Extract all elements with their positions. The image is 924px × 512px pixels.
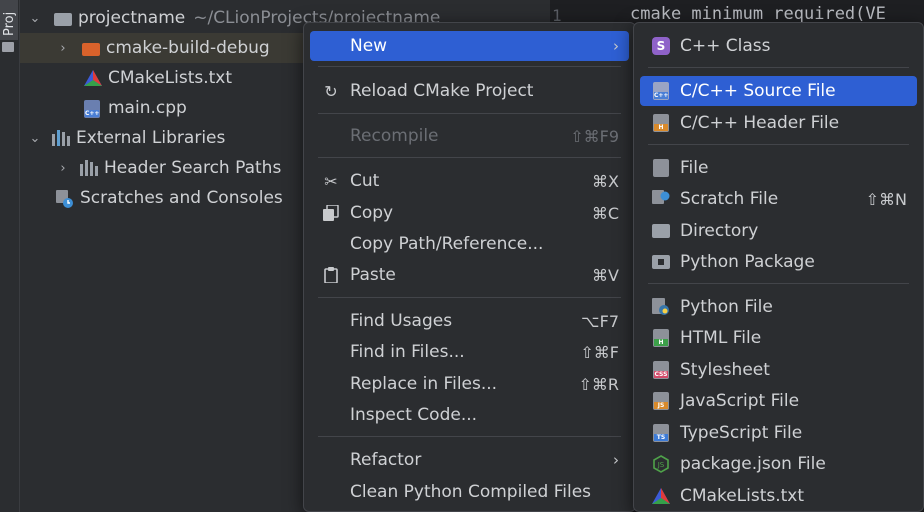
submenu-item-directory[interactable]: Directory — [640, 216, 917, 246]
code-line-1: cmake_minimum_required(VE — [630, 4, 886, 24]
tree-row-label: External Libraries — [76, 128, 226, 148]
tree-row-label: Header Search Paths — [104, 158, 282, 178]
submenu-item-html-file[interactable]: H HTML File — [640, 323, 917, 353]
submenu-item-cpp-class[interactable]: S C++ Class — [640, 31, 917, 61]
css-file-icon: CSS — [650, 361, 672, 379]
submenu-item-typescript-file[interactable]: TS TypeScript File — [640, 418, 917, 448]
folder-icon — [54, 12, 72, 26]
menu-separator — [648, 283, 909, 284]
html-file-icon: H — [650, 329, 672, 347]
cmake-icon — [650, 488, 672, 504]
package-folder-icon — [650, 255, 672, 269]
submenu-item-cpp-source[interactable]: C++ C/C++ Source File — [640, 76, 917, 106]
menu-item-refactor[interactable]: Refactor › — [310, 445, 629, 475]
menu-item-copy[interactable]: Copy ⌘C — [310, 198, 629, 228]
cpp-header-icon: H — [650, 114, 672, 132]
chevron-right-icon: › — [613, 451, 619, 469]
file-icon — [650, 159, 672, 177]
code-text[interactable]: cmake_minimum_required(VE 14 am — [630, 4, 924, 200]
menu-item-clean-python[interactable]: Clean Python Compiled Files — [310, 477, 629, 507]
context-menu: New › ↻ Reload CMake Project Recompile ⇧… — [303, 22, 636, 512]
menu-separator — [318, 113, 621, 114]
menu-item-recompile: Recompile ⇧⌘F9 — [350, 126, 619, 146]
chevron-right-icon: › — [613, 37, 619, 55]
folder-icon — [82, 42, 100, 56]
scratches-icon — [56, 190, 74, 208]
js-file-icon: JS — [650, 392, 672, 410]
menu-item-cut[interactable]: ✂ Cut ⌘X — [310, 166, 629, 196]
menu-separator — [648, 67, 909, 68]
scratch-file-icon — [650, 190, 672, 208]
menu-item-find-usages[interactable]: Find Usages ⌥F7 — [310, 306, 629, 336]
cpp-class-icon: S — [650, 37, 672, 55]
chevron-down-icon[interactable]: ⌄ — [28, 131, 42, 146]
submenu-item-python-package[interactable]: Python Package — [640, 247, 917, 277]
menu-separator — [318, 297, 621, 298]
tree-row-label: Scratches and Consoles — [80, 188, 283, 208]
menu-separator — [318, 157, 621, 158]
reload-icon: ↻ — [324, 81, 338, 101]
submenu-item-scratch-file[interactable]: Scratch File ⇧⌘N — [640, 184, 917, 214]
scissors-icon: ✂ — [324, 171, 338, 191]
cpp-file-icon: C++ — [84, 100, 102, 118]
menu-separator — [318, 436, 621, 437]
nodejs-icon: JS — [650, 455, 672, 473]
submenu-item-package-json[interactable]: JS package.json File — [640, 449, 917, 479]
cmake-icon — [84, 70, 102, 86]
cpp-source-icon: C++ — [650, 82, 672, 100]
svg-text:JS: JS — [657, 461, 665, 469]
submenu-item-stylesheet[interactable]: CSS Stylesheet — [640, 355, 917, 385]
library-icon — [80, 160, 98, 176]
chevron-down-icon[interactable]: ⌄ — [28, 11, 42, 26]
tree-row-label: main.cpp — [108, 98, 187, 118]
tree-row-label: CMakeLists.txt — [108, 68, 233, 88]
menu-item-reload-cmake[interactable]: ↻ Reload CMake Project — [310, 76, 629, 106]
project-tool-tab-label: Proj — [2, 11, 17, 36]
submenu-item-file[interactable]: File — [640, 153, 917, 183]
structure-tool-icon[interactable] — [2, 42, 14, 52]
submenu-item-python-file[interactable]: Python File — [640, 292, 917, 322]
submenu-item-cmakelists[interactable]: CMakeLists.txt — [640, 481, 917, 511]
menu-item-copy-path[interactable]: Copy Path/Reference... — [310, 229, 629, 259]
menu-separator — [318, 66, 621, 67]
submenu-item-javascript-file[interactable]: JS JavaScript File — [640, 386, 917, 416]
tree-row-label: projectname — [78, 8, 186, 28]
menu-item-new[interactable]: New › — [310, 31, 629, 61]
menu-item-paste[interactable]: Paste ⌘V — [310, 260, 629, 290]
tree-row-label: cmake-build-debug — [106, 38, 270, 58]
tool-window-strip: Proj — [0, 0, 20, 512]
menu-item-find-in-files[interactable]: Find in Files... ⇧⌘F — [310, 337, 629, 367]
python-file-icon — [650, 298, 672, 316]
ts-file-icon: TS — [650, 424, 672, 442]
chevron-right-icon[interactable]: › — [56, 161, 70, 176]
submenu-item-cpp-header[interactable]: H C/C++ Header File — [640, 108, 917, 138]
menu-item-replace-in-files[interactable]: Replace in Files... ⇧⌘R — [310, 369, 629, 399]
clipboard-icon — [320, 267, 342, 283]
library-icon — [52, 130, 70, 146]
menu-separator — [648, 144, 909, 145]
project-tool-tab[interactable]: Proj — [0, 0, 18, 40]
new-submenu: S C++ Class C++ C/C++ Source File H C/C+… — [633, 22, 924, 512]
menu-item-inspect-code[interactable]: Inspect Code... — [310, 400, 629, 430]
folder-icon — [650, 224, 672, 238]
copy-icon — [320, 205, 342, 221]
chevron-right-icon[interactable]: › — [56, 41, 70, 56]
